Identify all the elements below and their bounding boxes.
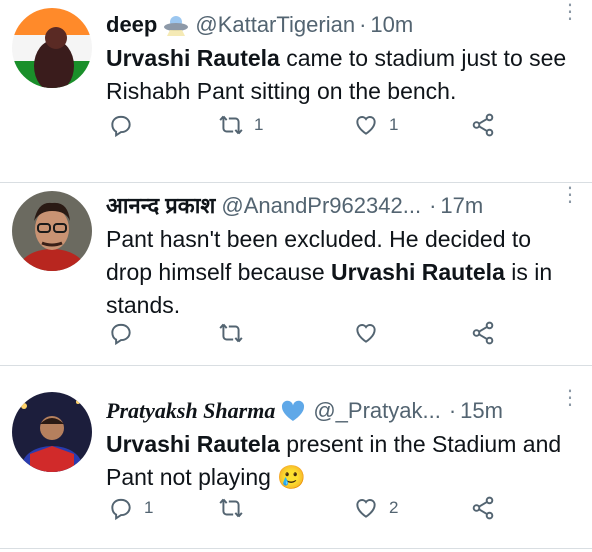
timestamp[interactable]: 10m — [370, 10, 413, 40]
display-name[interactable]: deep — [106, 10, 157, 40]
handle[interactable]: @_Pratyak... — [313, 396, 441, 426]
tweet-text: Pant hasn't been excluded. He decided to… — [106, 223, 580, 322]
tweet-header: deep @KattarTigerian · 10m — [106, 10, 580, 40]
ufo-icon — [163, 14, 189, 36]
more-dots-icon[interactable]: ⋮ — [560, 2, 580, 22]
reply-icon — [111, 498, 131, 521]
share-button[interactable] — [470, 320, 496, 346]
display-name[interactable]: Pratyaksh Sharma — [106, 396, 275, 426]
retweet-button[interactable] — [218, 495, 254, 521]
retweet-icon — [219, 323, 243, 343]
timestamp[interactable]: 15m — [460, 396, 503, 426]
reply-icon — [111, 323, 131, 346]
bold-mention: Urvashi Rautela — [331, 259, 505, 285]
avatar[interactable] — [12, 191, 92, 271]
like-button[interactable]: 1 — [353, 112, 398, 138]
timestamp[interactable]: 17m — [440, 191, 483, 221]
share-icon — [472, 113, 494, 137]
retweet-count: 1 — [254, 115, 264, 134]
separator: · — [429, 193, 437, 218]
reply-count: 1 — [144, 498, 154, 517]
tweet-text: Urvashi Rautela came to stadium just to … — [106, 42, 580, 108]
share-button[interactable] — [470, 112, 496, 138]
handle[interactable]: @AnandPr962342... — [221, 191, 421, 221]
more-dots-icon[interactable]: ⋮ — [560, 185, 580, 205]
retweet-icon — [219, 115, 243, 135]
tweet-3[interactable]: Pratyaksh Sharma @_Pratyak... · 15m Urva… — [0, 366, 592, 549]
like-count: 1 — [389, 115, 399, 134]
separator: · — [448, 398, 457, 423]
tweet-header: Pratyaksh Sharma @_Pratyak... · 15m — [106, 396, 580, 426]
like-button[interactable]: 2 — [353, 495, 398, 521]
blue-heart-icon — [281, 400, 307, 422]
avatar[interactable] — [12, 392, 92, 472]
tweet-text: Urvashi Rautela present in the Stadium a… — [106, 428, 580, 494]
retweet-button[interactable] — [218, 320, 254, 346]
reply-button[interactable]: 1 — [108, 495, 153, 521]
retweet-icon — [219, 498, 243, 518]
smiling-tear-emoji: 🥲 — [277, 464, 306, 490]
share-icon — [472, 321, 494, 345]
bold-mention: Urvashi Rautela — [106, 45, 280, 71]
bold-mention: Urvashi Rautela — [106, 431, 280, 457]
like-button[interactable] — [353, 320, 389, 346]
heart-icon — [356, 116, 376, 135]
handle[interactable]: @KattarTigerian — [195, 10, 355, 40]
tweet-1[interactable]: deep @KattarTigerian · 10m Urvashi Raute… — [0, 0, 592, 183]
share-button[interactable] — [470, 495, 496, 521]
retweet-button[interactable]: 1 — [218, 112, 263, 138]
avatar[interactable] — [12, 8, 92, 88]
separator: · — [359, 12, 367, 37]
more-dots-icon[interactable]: ⋮ — [560, 388, 580, 408]
reply-button[interactable] — [108, 112, 144, 138]
reply-button[interactable] — [108, 320, 144, 346]
display-name[interactable]: आनन्द प्रकाश — [106, 191, 215, 221]
tweet-header: आनन्द प्रकाश @AnandPr962342... · 17m — [106, 191, 580, 221]
heart-icon — [356, 324, 376, 343]
reply-icon — [111, 115, 131, 138]
share-icon — [472, 496, 494, 520]
tweet-2[interactable]: आनन्द प्रकाश @AnandPr962342... · 17m Pan… — [0, 183, 592, 366]
like-count: 2 — [389, 498, 399, 517]
heart-icon — [356, 499, 376, 518]
